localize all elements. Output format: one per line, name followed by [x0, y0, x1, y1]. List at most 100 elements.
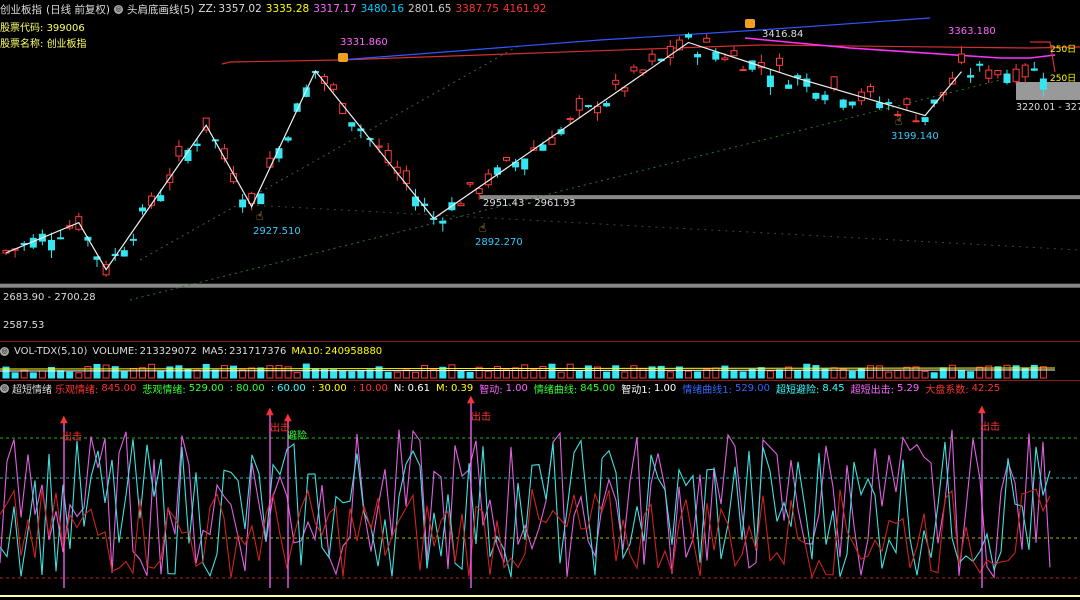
- stock-code-label: 股票代码:: [0, 23, 44, 34]
- candle-down: [976, 63, 984, 66]
- signal-label-3: 避险: [287, 431, 307, 442]
- candle-down: [584, 105, 592, 108]
- volume-bar: [193, 369, 201, 379]
- sentiment-item-label: M:: [435, 382, 448, 394]
- stock-name-value: 创业板指: [46, 39, 87, 50]
- sentiment-item-label: 智动:: [479, 384, 503, 396]
- volume-bar: [876, 365, 884, 379]
- trough-label-1: 2927.510: [253, 226, 301, 237]
- candle-up: [730, 50, 738, 57]
- volume-bar: [211, 369, 219, 379]
- sentiment-item-label: :: [311, 382, 316, 394]
- signal-arrow-icon: ▲: [60, 414, 68, 425]
- candle-up: [703, 37, 711, 43]
- sentiment-item-label: :: [229, 382, 234, 394]
- candle-down: [603, 103, 611, 107]
- sentiment-header: ◎ 超短情绪 乐观情绪: 845.00 悲观情绪: 529.00:80.00:60.0…: [0, 381, 1003, 396]
- candle-up: [1012, 68, 1020, 83]
- volume-bar: [621, 371, 629, 379]
- ma5-label: MA5:: [201, 345, 228, 357]
- volume-bar: [666, 371, 674, 379]
- volume-ma10-line: [0, 367, 1056, 370]
- right-label-mid: 250日: [1050, 74, 1077, 84]
- candle-up: [721, 57, 729, 61]
- ma10-label: MA10:: [291, 345, 323, 357]
- volume-bar: [457, 370, 465, 379]
- volume-bar: [257, 367, 265, 379]
- volume-bar: [776, 369, 783, 379]
- chart-canvas[interactable]: ☝☝☝▲▲▲▲▲: [0, 0, 1080, 600]
- settings-dot-icon[interactable]: ◎: [114, 4, 124, 14]
- candle-up: [994, 70, 1002, 76]
- support-label: 2683.90 - 2700.28: [3, 292, 96, 303]
- volume-bar: [293, 372, 301, 379]
- sentiment-settings-icon[interactable]: ◎: [0, 383, 9, 393]
- volume-bar: [120, 371, 128, 379]
- hand-pointer-icon: ☝: [256, 209, 263, 223]
- candle-up: [630, 66, 638, 72]
- candle-down: [694, 54, 702, 58]
- candle-down: [193, 143, 201, 146]
- sentiment-item-value: 10.00: [359, 382, 388, 394]
- price-tag: 3220.01 - 327: [1016, 102, 1080, 113]
- ma5-value: 231717376: [229, 345, 287, 357]
- candle-up: [612, 79, 620, 85]
- candle-down: [685, 34, 692, 38]
- volume-bar: [921, 370, 929, 379]
- candle-down: [848, 101, 856, 106]
- volume-title[interactable]: VOL-TDX(5,10): [14, 346, 87, 357]
- sentiment-item-label: 情绪曲线:: [533, 384, 578, 396]
- volume-settings-icon[interactable]: ◎: [0, 346, 9, 356]
- candle-down: [239, 199, 247, 208]
- volume-bar: [566, 363, 574, 379]
- stock-code-row: 股票代码: 399006: [0, 19, 85, 34]
- volume-bar: [102, 364, 110, 379]
- candle-down: [139, 207, 146, 212]
- signal-arrow-icon: ▲: [467, 394, 475, 405]
- volume-header: ◎ VOL-TDX(5,10) VOLUME: 213329072 MA5: 2…: [0, 344, 382, 358]
- sentiment-item-label: 情绪曲线1:: [682, 384, 732, 396]
- candle-down: [539, 144, 547, 151]
- sentiment-item-value: 845.00: [101, 382, 137, 394]
- sentiment-item-value: 5.29: [896, 382, 920, 394]
- panel-divider-1: [0, 341, 1080, 342]
- volume-bar: [812, 365, 820, 379]
- peak-label-3: 3363.180: [948, 26, 996, 37]
- volume-bar: [867, 365, 874, 379]
- candle-down: [712, 51, 720, 60]
- signal-arrow-icon: ▲: [978, 404, 986, 415]
- volume-bar: [930, 372, 938, 379]
- candle-up: [457, 203, 465, 207]
- volume-bar: [111, 366, 119, 379]
- volume-bar: [575, 370, 583, 379]
- volume-bar: [694, 371, 702, 379]
- candle-up: [739, 69, 747, 72]
- candle-up: [503, 156, 510, 161]
- volume-bar: [266, 365, 274, 379]
- volume-bar: [11, 372, 19, 379]
- candle-down: [284, 137, 292, 141]
- candle-down: [839, 99, 847, 108]
- sentiment-item-value: 1.00: [653, 382, 677, 394]
- indicator-name[interactable]: 头肩底画线(5): [127, 2, 194, 17]
- volume-bar: [730, 369, 738, 379]
- volume-bar: [275, 364, 283, 379]
- candle-down: [1003, 73, 1011, 83]
- candle-down: [766, 75, 774, 88]
- sentiment-item-label: 大盘系数:: [925, 384, 969, 396]
- volume-bar: [803, 363, 811, 379]
- sentiment-item-value: 845.00: [580, 382, 616, 394]
- candle-up: [830, 76, 838, 89]
- candle-up: [985, 69, 993, 79]
- period-label: (日线 前复权): [46, 3, 111, 16]
- volume-bar: [29, 372, 37, 379]
- volume-bar: [557, 371, 565, 379]
- volume-bar: [939, 367, 947, 379]
- candle-down: [785, 84, 793, 89]
- sentiment-title[interactable]: 超短情绪: [12, 381, 52, 396]
- candle-down: [439, 220, 447, 224]
- candle-down: [48, 239, 55, 251]
- volume-value: 213329072: [139, 345, 197, 357]
- candle-up: [330, 84, 338, 90]
- sentiment-curve-magenta: [0, 429, 1051, 579]
